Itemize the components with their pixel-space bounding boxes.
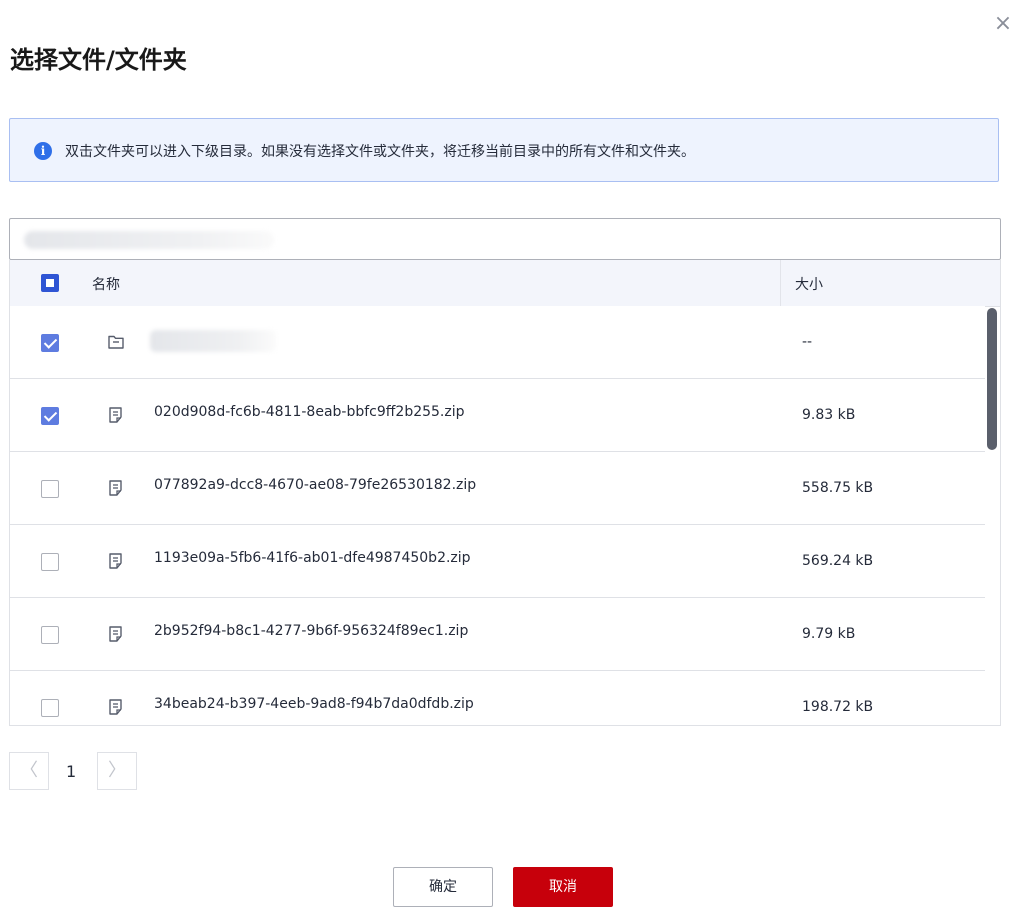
cancel-button[interactable]: 取消 bbox=[513, 867, 613, 907]
row-checkbox[interactable] bbox=[41, 480, 59, 498]
row-name: 077892a9-dcc8-4670-ae08-79fe26530182.zip bbox=[154, 477, 477, 493]
file-icon bbox=[107, 479, 125, 497]
row-checkbox[interactable] bbox=[41, 553, 59, 571]
file-icon bbox=[107, 552, 125, 570]
table-body: -- 020d908d-fc6b-4811-8eab-bbfc9ff2b255.z… bbox=[10, 306, 985, 725]
table-row[interactable]: -- bbox=[10, 306, 985, 379]
row-size: -- bbox=[802, 334, 813, 350]
column-header-size[interactable]: 大小 bbox=[795, 274, 823, 294]
table-row[interactable]: 077892a9-dcc8-4670-ae08-79fe26530182.zip… bbox=[10, 452, 985, 525]
file-table: 名称 大小 -- 020d908d-fc6b-4811-8eab-bbfc9ff2… bbox=[9, 260, 1001, 726]
table-row[interactable]: 34beab24-b397-4eeb-9ad8-f94b7da0dfdb.zip… bbox=[10, 671, 985, 725]
pagination-current-page[interactable]: 1 bbox=[66, 762, 76, 781]
dialog-title: 选择文件/文件夹 bbox=[10, 46, 187, 74]
row-checkbox[interactable] bbox=[41, 407, 59, 425]
table-header: 名称 大小 bbox=[10, 260, 1000, 307]
row-size: 198.72 kB bbox=[802, 699, 874, 715]
close-icon[interactable]: × bbox=[993, 13, 1013, 35]
path-value-redacted bbox=[24, 231, 274, 249]
confirm-button[interactable]: 确定 bbox=[393, 867, 493, 907]
file-icon bbox=[107, 625, 125, 643]
row-name: 2b952f94-b8c1-4277-9b6f-956324f89ec1.zip bbox=[154, 623, 469, 639]
column-divider bbox=[780, 260, 781, 306]
file-icon bbox=[107, 406, 125, 424]
table-row[interactable]: 020d908d-fc6b-4811-8eab-bbfc9ff2b255.zip… bbox=[10, 379, 985, 452]
info-icon: i bbox=[34, 142, 52, 160]
row-size: 558.75 kB bbox=[802, 480, 874, 496]
row-size: 569.24 kB bbox=[802, 553, 874, 569]
row-name: 020d908d-fc6b-4811-8eab-bbfc9ff2b255.zip bbox=[154, 404, 465, 420]
table-row[interactable]: 1193e09a-5fb6-41f6-ab01-dfe4987450b2.zip… bbox=[10, 525, 985, 598]
folder-icon bbox=[107, 333, 125, 351]
column-header-name[interactable]: 名称 bbox=[92, 274, 120, 294]
file-icon bbox=[107, 698, 125, 716]
scrollbar[interactable] bbox=[987, 308, 997, 450]
row-checkbox[interactable] bbox=[41, 334, 59, 352]
row-checkbox[interactable] bbox=[41, 626, 59, 644]
row-size: 9.83 kB bbox=[802, 407, 856, 423]
row-checkbox[interactable] bbox=[41, 699, 59, 717]
info-notice: i 双击文件夹可以进入下级目录。如果没有选择文件或文件夹，将迁移当前目录中的所有… bbox=[9, 118, 999, 182]
row-name-redacted bbox=[150, 330, 276, 352]
row-name: 34beab24-b397-4eeb-9ad8-f94b7da0dfdb.zip bbox=[154, 696, 474, 712]
path-input[interactable] bbox=[9, 218, 1001, 260]
pagination-prev-button[interactable]: 〈 bbox=[9, 752, 49, 790]
row-name: 1193e09a-5fb6-41f6-ab01-dfe4987450b2.zip bbox=[154, 550, 471, 566]
row-size: 9.79 kB bbox=[802, 626, 856, 642]
pagination-next-button[interactable]: 〉 bbox=[97, 752, 137, 790]
select-all-checkbox[interactable] bbox=[41, 274, 59, 292]
notice-text: 双击文件夹可以进入下级目录。如果没有选择文件或文件夹，将迁移当前目录中的所有文件… bbox=[65, 144, 695, 160]
table-row[interactable]: 2b952f94-b8c1-4277-9b6f-956324f89ec1.zip… bbox=[10, 598, 985, 671]
